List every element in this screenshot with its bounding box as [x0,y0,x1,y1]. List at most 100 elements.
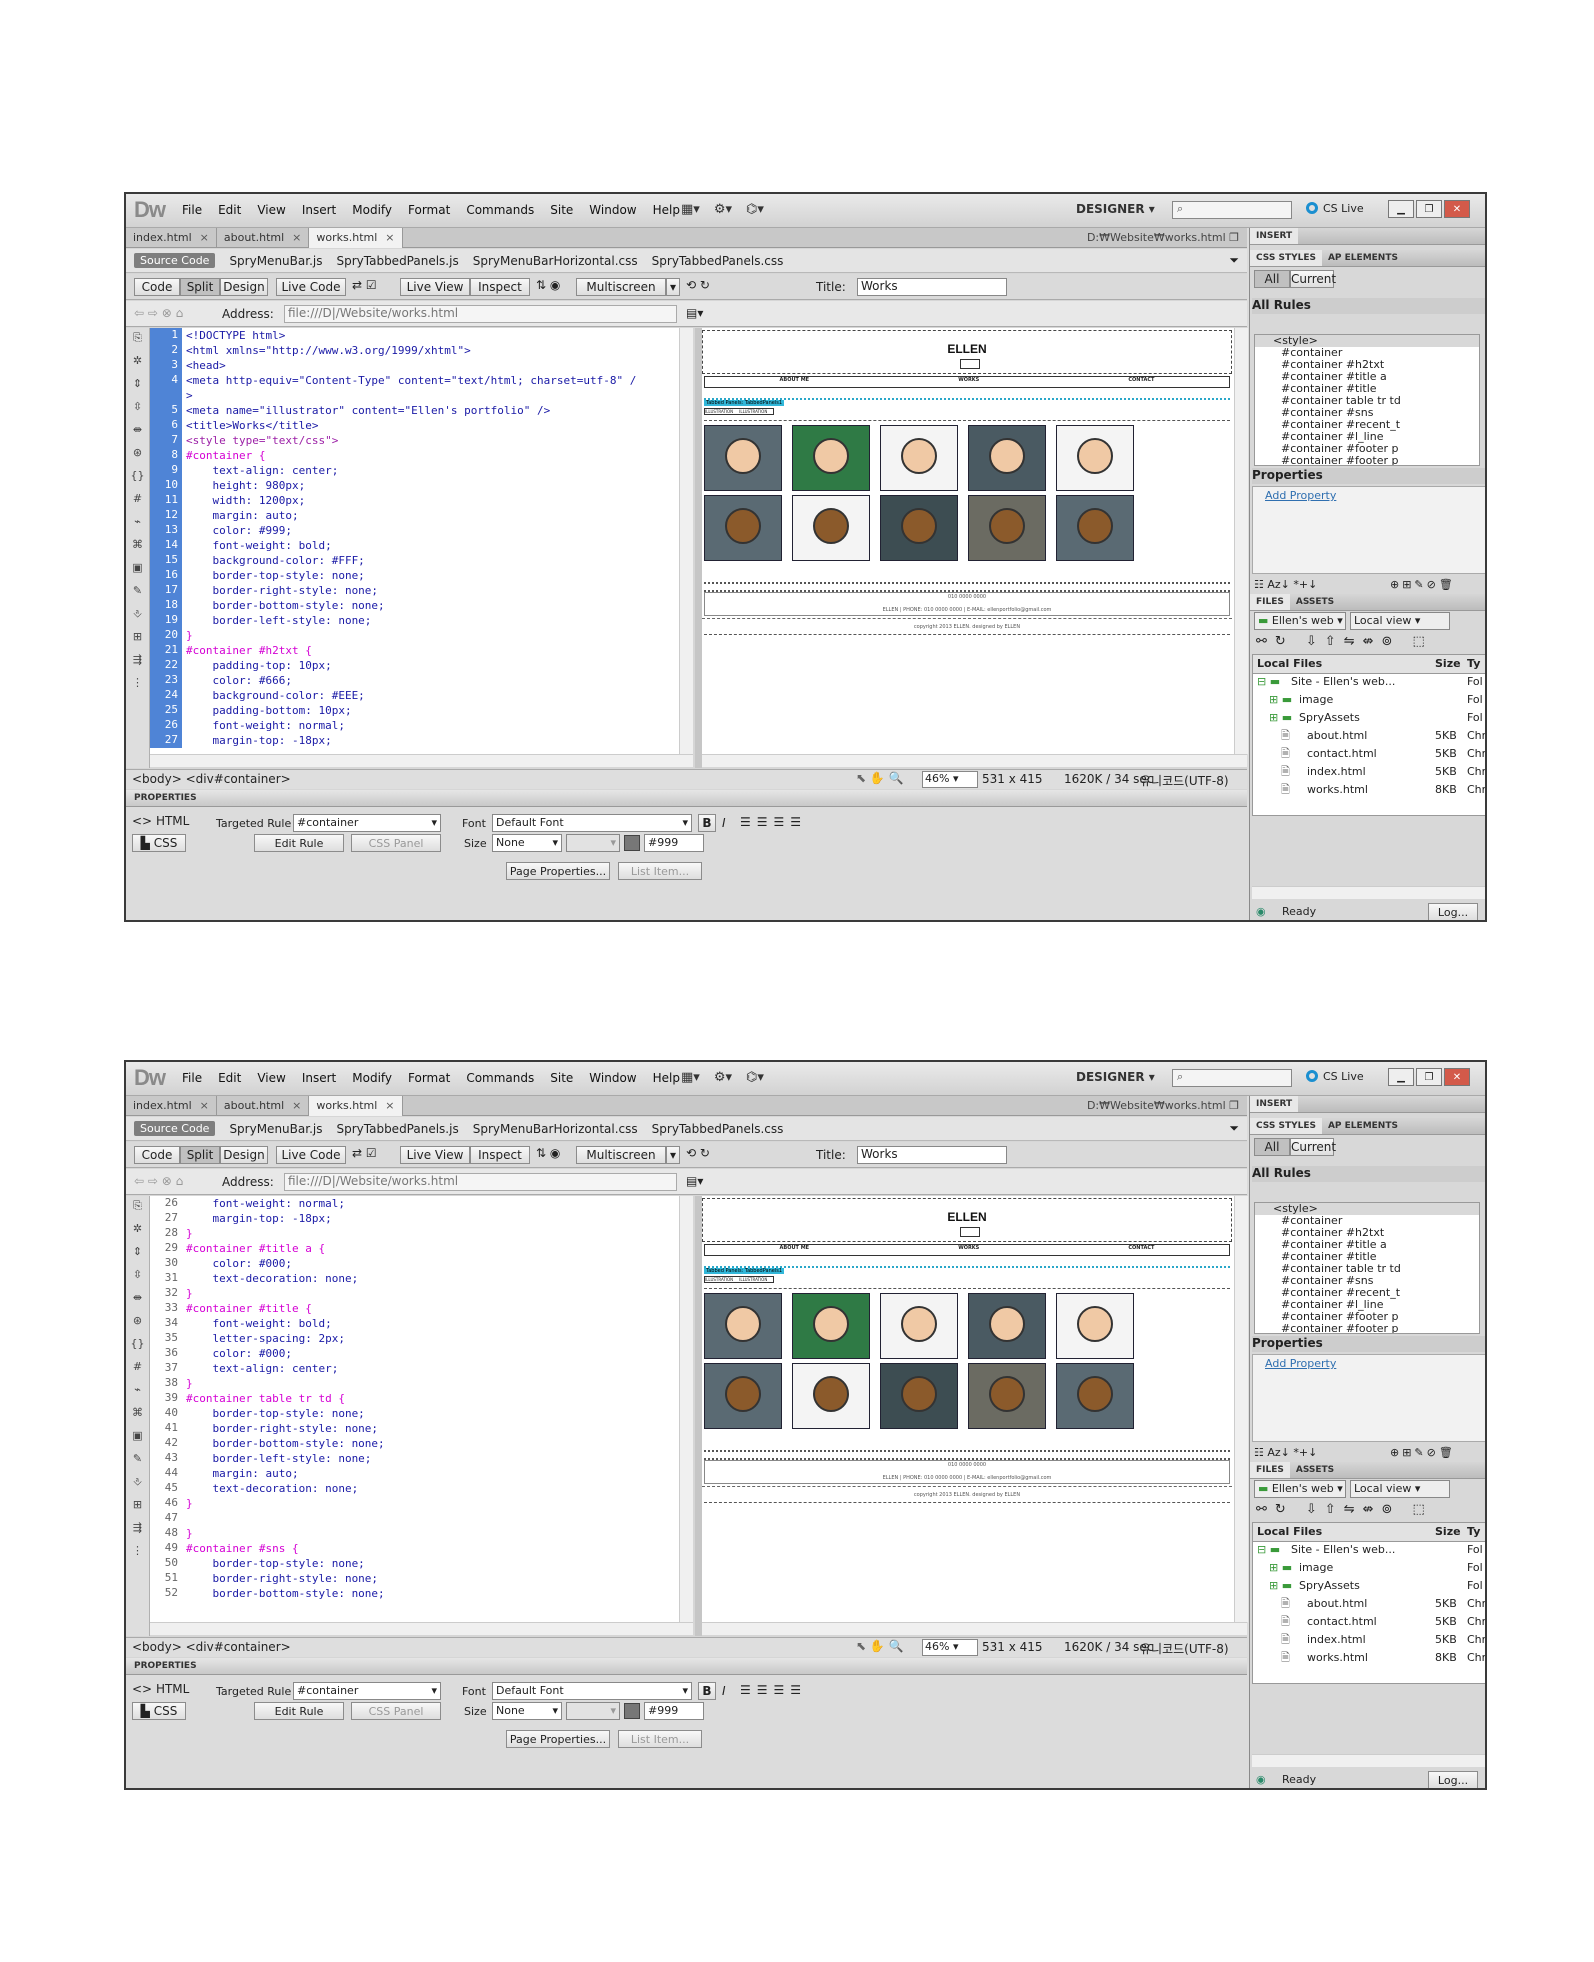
color-swatch[interactable] [624,835,640,851]
file-row[interactable]: ⊞ ▬ SpryAssets Fol [1253,709,1485,727]
italic-button[interactable]: I [722,1684,726,1698]
file-row[interactable]: ⊞ ▬ image Fol [1253,691,1485,709]
file-row[interactable]: ⊟ ▬ Site - Ellen's web... Fol [1253,673,1485,691]
menu-help[interactable]: Help [653,203,680,217]
nav-works[interactable]: WORKS [958,377,979,387]
select-parent-icon[interactable]: ⇳ [129,400,146,418]
zoom-select[interactable]: 46% ▾ [922,1639,978,1656]
address-input[interactable]: file:///D|/Website/works.html [284,305,677,323]
inspect-button[interactable]: Inspect [470,278,530,296]
nav-about[interactable]: ABOUT ME [780,1245,810,1255]
artwork-thumbnail[interactable] [1056,425,1134,491]
files-toolbar-icons[interactable]: ⚯↻ ⇩⇧⇋⇎⊚ ⬚ [1256,634,1433,649]
menu-insert[interactable]: Insert [302,1071,336,1085]
nav-arrows-icon[interactable]: ⇦ ⇨ ⊗ ⌂ [134,306,183,320]
design-hscrollbar[interactable] [702,754,1247,767]
address-input[interactable]: file:///D|/Website/works.html [284,1173,677,1191]
close-icon[interactable]: × [385,231,394,244]
tab-works[interactable]: works.html × [309,1096,403,1116]
select-parent-icon[interactable]: ⇳ [129,1268,146,1286]
size-select[interactable]: None ▾ [492,834,562,852]
gear-icon[interactable]: ⚙▾ [714,1070,732,1085]
css-rules-tree[interactable]: <style> #container #container #h2txt #conta… [1254,334,1480,466]
close-button[interactable]: ✕ [1444,1068,1470,1086]
line-numbers-icon[interactable]: ⊛ [129,446,146,464]
snippet-icon[interactable]: ⎀ [129,607,146,625]
file-row[interactable]: ⊞ ▬ SpryAssets Fol [1253,1577,1485,1595]
multiscreen-dropdown[interactable]: ▾ [666,1146,680,1164]
color-swatch[interactable] [624,1703,640,1719]
artwork-thumbnail[interactable] [704,425,782,491]
live-view-button[interactable]: Live View [400,1146,470,1164]
artwork-thumbnail[interactable] [968,1293,1046,1359]
artwork-thumbnail[interactable] [968,1363,1046,1429]
menu-window[interactable]: Window [589,1071,636,1085]
outdent-icon[interactable]: ⋮ [129,676,146,694]
artwork-thumbnail[interactable] [792,425,870,491]
multiscreen-button[interactable]: Multiscreen [576,278,666,296]
site-select[interactable]: ▬ Ellen's web ▾ [1254,1480,1346,1498]
balance-braces-icon[interactable]: ⇼ [129,1291,146,1309]
window-size[interactable]: 531 x 415 [982,772,1043,786]
expand-icon[interactable]: ⇕ [129,1245,146,1263]
related-file[interactable]: SpryMenuBarHorizontal.css [473,1122,638,1136]
expand-icon[interactable]: ⇕ [129,377,146,395]
file-row[interactable]: 🗎 index.html 5KB Chr [1253,763,1485,781]
view-select[interactable]: Local view ▾ [1350,612,1450,630]
outdent-icon[interactable]: ⋮ [129,1544,146,1562]
files-tab[interactable]: FILES [1250,594,1290,610]
workspace-switcher[interactable]: DESIGNER ▾ [1076,1070,1155,1084]
design-view-button[interactable]: Design [220,278,268,296]
code-scrollbar[interactable] [679,328,693,754]
targeted-rule-select[interactable]: #container ▾ [293,814,441,832]
nav-arrows-icon[interactable]: ⇦ ⇨ ⊗ ⌂ [134,1174,183,1188]
align-buttons[interactable]: ☰☰☰☰ [740,815,807,829]
size-select[interactable]: None ▾ [492,1702,562,1720]
minimize-button[interactable]: ▁ [1388,200,1414,218]
tab-index[interactable]: index.html × [126,228,217,248]
panel-tab[interactable]: ILLUSTRATION [705,1277,733,1282]
panel-tab[interactable]: ILLUSTRATION [739,409,767,414]
size-col[interactable]: Size [1435,1523,1461,1541]
file-row[interactable]: 🗎 works.html 8KB Chr [1253,1649,1485,1667]
workspace-switcher[interactable]: DESIGNER ▾ [1076,202,1155,216]
title-input[interactable]: Works [857,1146,1007,1164]
menu-modify[interactable]: Modify [352,203,392,217]
files-hscrollbar[interactable] [1252,886,1485,899]
menu-view[interactable]: View [257,203,285,217]
design-scrollbar[interactable] [1234,1196,1248,1622]
open-documents-icon[interactable]: ⎘ [129,331,146,349]
site-select[interactable]: ▬ Ellen's web ▾ [1254,612,1346,630]
related-file[interactable]: SpryTabbedPanels.css [652,1122,784,1136]
menu-commands[interactable]: Commands [466,1071,534,1085]
css-mode-button[interactable]: ▙ CSS [132,1702,186,1720]
related-source-code[interactable]: Source Code [134,253,216,268]
code-editor[interactable]: font-weight: normal; margin-top: -18px;}… [182,1196,679,1622]
minimize-button[interactable]: ▁ [1388,1068,1414,1086]
menu-site[interactable]: Site [550,203,573,217]
tag-selector[interactable]: <body> <div#container> [132,1640,291,1654]
wrap-icon[interactable]: ⌁ [129,1383,146,1401]
html-mode-button[interactable]: <> HTML [132,814,189,828]
css-panel-button[interactable]: CSS Panel [351,1702,441,1720]
select-tools-icon[interactable]: ⬉ ✋ 🔍 [856,771,904,785]
search-input[interactable]: ⌕ [1172,1069,1292,1087]
insert-panel-header[interactable]: INSERT [1250,228,1485,245]
menu-edit[interactable]: Edit [218,203,241,217]
related-file[interactable]: SpryTabbedPanels.js [336,1122,458,1136]
tab-about[interactable]: about.html × [217,228,310,248]
related-source-code[interactable]: Source Code [134,1121,216,1136]
gear-icon[interactable]: ⚙▾ [714,202,732,217]
live-view-button[interactable]: Live View [400,278,470,296]
braces-icon[interactable]: {} [129,469,146,487]
related-file[interactable]: SpryMenuBarHorizontal.css [473,254,638,268]
related-file[interactable]: SpryMenuBar.js [229,254,322,268]
close-icon[interactable]: × [292,231,301,244]
color-input[interactable]: #999 [644,1702,704,1720]
font-select[interactable]: Default Font ▾ [492,814,692,832]
close-button[interactable]: ✕ [1444,200,1470,218]
css-action-icons[interactable]: ⊕⊞✎⊘🗑 [1390,1446,1456,1459]
wrap-icon[interactable]: ⌁ [129,515,146,533]
search-input[interactable]: ⌕ [1172,201,1292,219]
css-mode-button[interactable]: ▙ CSS [132,834,186,852]
